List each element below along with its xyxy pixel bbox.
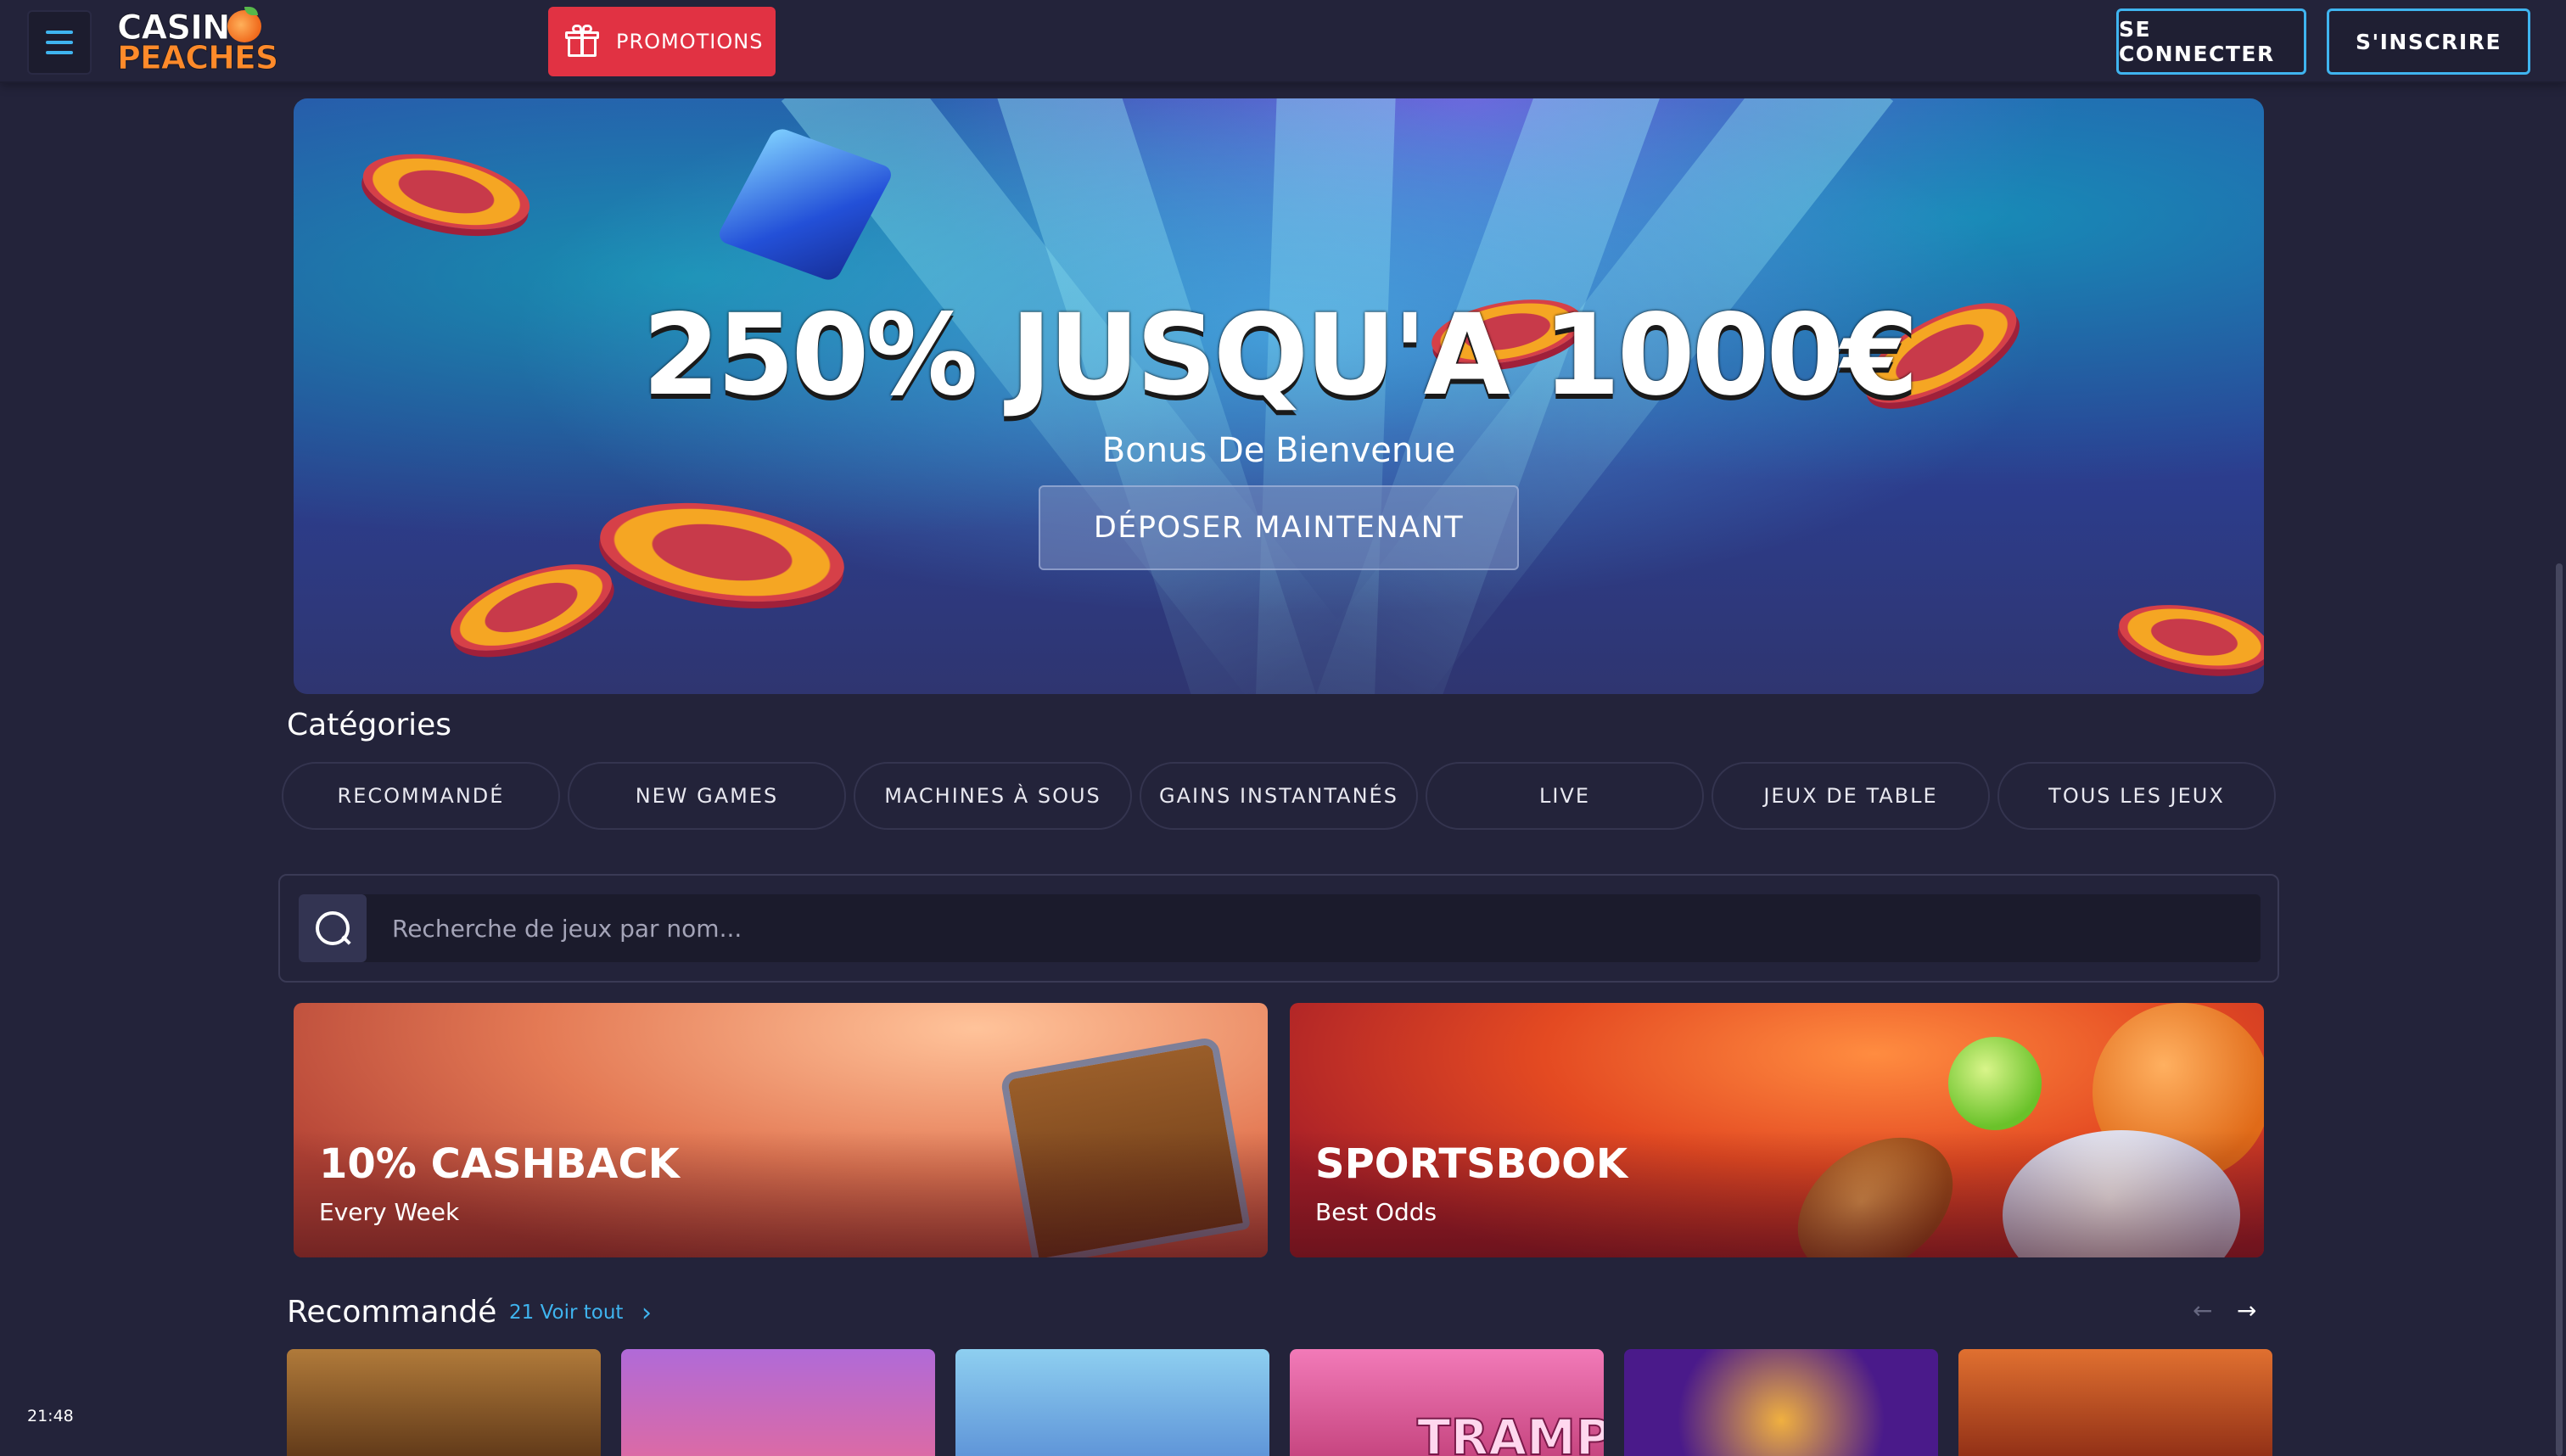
- tennis-ball-illustration: [1948, 1037, 2042, 1130]
- category-recommended[interactable]: RECOMMANDÉ: [282, 762, 560, 830]
- category-new-games[interactable]: NEW GAMES: [568, 762, 846, 830]
- top-navigation-bar: CASINO PEACHES PROMOTIONS SE CONNECTER S…: [0, 0, 2566, 83]
- search-button[interactable]: [299, 894, 367, 962]
- promotions-button[interactable]: PROMOTIONS: [548, 7, 776, 76]
- casino-peaches-logo[interactable]: CASINO PEACHES: [116, 5, 279, 77]
- game-tile[interactable]: [1958, 1349, 2272, 1456]
- deposit-now-button[interactable]: DÉPOSER MAINTENANT: [1039, 485, 1519, 570]
- game-tile[interactable]: [621, 1349, 935, 1456]
- page-scrollbar[interactable]: [2556, 563, 2563, 1456]
- sportsbook-title: SPORTSBOOK: [1315, 1140, 1628, 1188]
- arrow-right-icon[interactable]: →: [2237, 1296, 2256, 1324]
- sportsbook-subtitle: Best Odds: [1315, 1198, 1437, 1226]
- arrow-left-icon[interactable]: ←: [2193, 1296, 2212, 1324]
- see-all-link[interactable]: 21 Voir tout: [509, 1302, 623, 1324]
- search-input[interactable]: [392, 894, 2242, 962]
- game-tile-logo: TRAMP: [1416, 1408, 1604, 1456]
- hero-title: 250% JUSQU'A 1000€: [642, 290, 1919, 421]
- status-clock: 21:48: [27, 1407, 74, 1425]
- recommended-title: Recommandé: [287, 1295, 497, 1330]
- game-tile[interactable]: [287, 1349, 601, 1456]
- login-button[interactable]: SE CONNECTER: [2116, 8, 2306, 75]
- hamburger-icon: [46, 31, 73, 34]
- signup-button[interactable]: S'INSCRIRE: [2327, 8, 2530, 75]
- welcome-bonus-banner[interactable]: 250% JUSQU'A 1000€ Bonus De Bienvenue DÉ…: [294, 98, 2264, 694]
- sportsbook-promo-card[interactable]: SPORTSBOOK Best Odds: [1290, 1003, 2264, 1257]
- game-tile[interactable]: [955, 1349, 1269, 1456]
- category-instant-wins[interactable]: GAINS INSTANTANÉS: [1140, 762, 1418, 830]
- category-all-games[interactable]: TOUS LES JEUX: [1997, 762, 2276, 830]
- search-bar: [299, 894, 2261, 962]
- menu-button[interactable]: [27, 10, 92, 75]
- promotions-label: PROMOTIONS: [616, 30, 764, 53]
- game-tile[interactable]: [1624, 1349, 1938, 1456]
- categories-title: Catégories: [287, 708, 452, 742]
- game-tile[interactable]: TRAMP: [1290, 1349, 1604, 1456]
- cashback-subtitle: Every Week: [319, 1198, 460, 1226]
- gift-icon: [565, 25, 599, 59]
- category-live[interactable]: LIVE: [1426, 762, 1704, 830]
- category-slots[interactable]: MACHINES À SOUS: [854, 762, 1132, 830]
- category-table-games[interactable]: JEUX DE TABLE: [1712, 762, 1990, 830]
- cashback-title: 10% CASHBACK: [319, 1140, 680, 1188]
- chevron-right-icon[interactable]: ›: [642, 1298, 652, 1328]
- cashback-promo-card[interactable]: 10% CASHBACK Every Week: [294, 1003, 1268, 1257]
- hero-subtitle: Bonus De Bienvenue: [1101, 431, 1456, 470]
- game-search-panel: [278, 874, 2279, 983]
